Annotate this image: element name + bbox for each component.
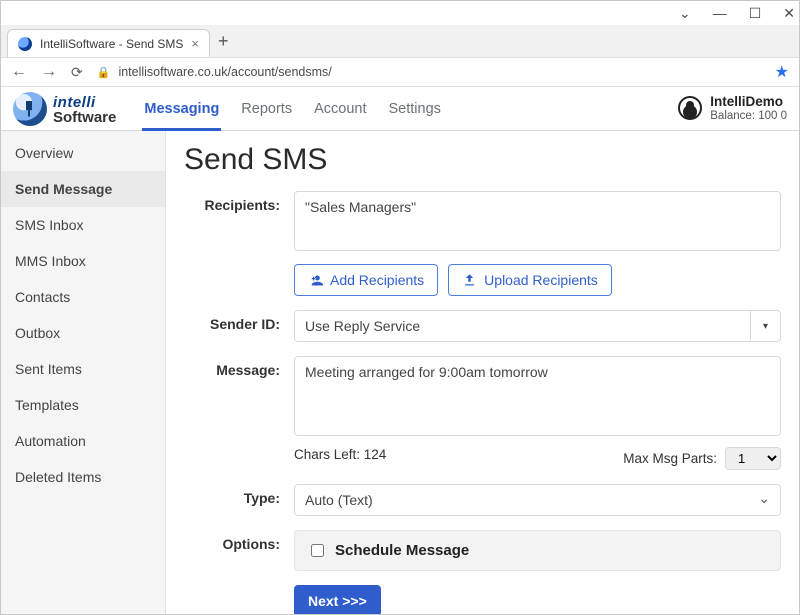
sidebar-item-templates[interactable]: Templates <box>1 387 165 423</box>
user-balance: Balance: 100 0 <box>710 110 787 123</box>
sender-id-select[interactable]: Use Reply Service <box>294 310 751 342</box>
browser-tab[interactable]: IntelliSoftware - Send SMS × <box>7 29 210 57</box>
sidebar-item-overview[interactable]: Overview <box>1 135 165 171</box>
label-options: Options: <box>184 530 294 571</box>
window-maximize-icon[interactable]: ☐ <box>749 5 762 22</box>
nav-forward-icon[interactable]: → <box>41 63 57 81</box>
url-display[interactable]: 🔒 intellisoftware.co.uk/account/sendsms/ <box>97 65 761 79</box>
label-sender-id: Sender ID: <box>184 310 294 342</box>
reload-icon[interactable]: ⟳ <box>71 64 83 81</box>
tab-account[interactable]: Account <box>314 87 366 130</box>
window-minimize-icon[interactable]: — <box>713 5 727 21</box>
schedule-label: Schedule Message <box>335 542 469 559</box>
max-parts-select[interactable]: 1 <box>725 447 781 470</box>
brand-logo[interactable]: intelli Software <box>13 92 116 126</box>
avatar-icon <box>678 96 702 120</box>
brand-line2: Software <box>53 110 116 125</box>
schedule-checkbox[interactable] <box>311 544 324 557</box>
label-type: Type: <box>184 484 294 516</box>
chars-left: Chars Left: 124 <box>294 447 386 470</box>
label-recipients: Recipients: <box>184 191 294 296</box>
user-name: IntelliDemo <box>710 95 787 110</box>
close-tab-icon[interactable]: × <box>191 36 199 51</box>
sidebar-item-contacts[interactable]: Contacts <box>1 279 165 315</box>
message-input[interactable]: Meeting arranged for 9:00am tomorrow <box>294 356 781 436</box>
new-tab-button[interactable]: + <box>218 31 229 52</box>
sidebar-item-sms-inbox[interactable]: SMS Inbox <box>1 207 165 243</box>
recipients-input[interactable]: "Sales Managers" <box>294 191 781 251</box>
browser-tabbar: IntelliSoftware - Send SMS × + <box>1 25 799 57</box>
sidebar: OverviewSend MessageSMS InboxMMS InboxCo… <box>1 131 166 614</box>
window-close-icon[interactable]: ✕ <box>783 5 795 22</box>
logo-icon <box>13 92 47 126</box>
tab-reports[interactable]: Reports <box>241 87 292 130</box>
lock-icon: 🔒 <box>97 66 111 79</box>
add-recipients-button[interactable]: Add Recipients <box>294 264 438 296</box>
sidebar-item-outbox[interactable]: Outbox <box>1 315 165 351</box>
user-block[interactable]: IntelliDemo Balance: 100 0 <box>678 95 787 122</box>
nav-back-icon[interactable]: ← <box>11 63 27 81</box>
browser-tab-title: IntelliSoftware - Send SMS <box>40 37 183 51</box>
url-text: intellisoftware.co.uk/account/sendsms/ <box>118 65 331 79</box>
sidebar-item-deleted-items[interactable]: Deleted Items <box>1 459 165 495</box>
window-chevron-icon[interactable]: ⌄ <box>679 5 691 22</box>
brand-line1: intelli <box>53 95 116 110</box>
label-message: Message: <box>184 356 294 470</box>
sidebar-item-automation[interactable]: Automation <box>1 423 165 459</box>
page-title: Send SMS <box>184 143 781 177</box>
nav-tabs: Messaging Reports Account Settings <box>144 87 441 130</box>
brand-text: intelli Software <box>53 93 116 125</box>
app-header: intelli Software Messaging Reports Accou… <box>1 87 799 131</box>
bookmark-star-icon[interactable]: ★ <box>775 62 789 82</box>
content: Send SMS Recipients: "Sales Managers" Ad… <box>166 131 799 614</box>
window-controls: ⌄ — ☐ ✕ <box>1 1 799 25</box>
next-button[interactable]: Next >>> <box>294 585 381 614</box>
max-parts-label: Max Msg Parts: <box>623 451 717 466</box>
upload-recipients-button[interactable]: Upload Recipients <box>448 264 612 296</box>
browser-address-bar: ← → ⟳ 🔒 intellisoftware.co.uk/account/se… <box>1 57 799 87</box>
sidebar-item-sent-items[interactable]: Sent Items <box>1 351 165 387</box>
favicon-icon <box>18 37 32 51</box>
tab-settings[interactable]: Settings <box>388 87 440 130</box>
sidebar-item-mms-inbox[interactable]: MMS Inbox <box>1 243 165 279</box>
add-user-icon <box>308 273 323 288</box>
upload-icon <box>462 273 477 288</box>
sender-id-dropdown-toggle[interactable]: ▾ <box>751 310 781 342</box>
tab-messaging[interactable]: Messaging <box>144 87 219 130</box>
sidebar-item-send-message[interactable]: Send Message <box>1 171 165 207</box>
type-select[interactable]: Auto (Text) <box>294 484 781 516</box>
options-box: Schedule Message <box>294 530 781 571</box>
